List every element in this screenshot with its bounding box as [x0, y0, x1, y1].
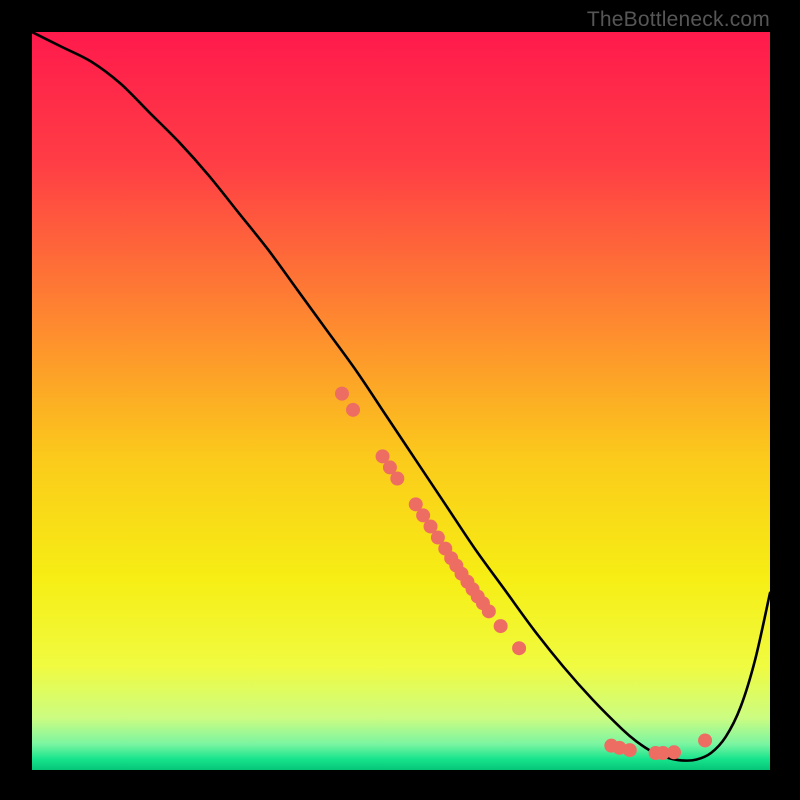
data-marker: [512, 641, 526, 655]
data-marker: [667, 745, 681, 759]
data-marker: [494, 619, 508, 633]
bottleneck-chart: [32, 32, 770, 770]
data-marker: [482, 604, 496, 618]
data-marker: [346, 403, 360, 417]
data-marker: [623, 743, 637, 757]
watermark-text: TheBottleneck.com: [587, 8, 770, 32]
data-marker: [335, 387, 349, 401]
data-marker: [698, 733, 712, 747]
chart-background: [32, 32, 770, 770]
data-marker: [390, 471, 404, 485]
